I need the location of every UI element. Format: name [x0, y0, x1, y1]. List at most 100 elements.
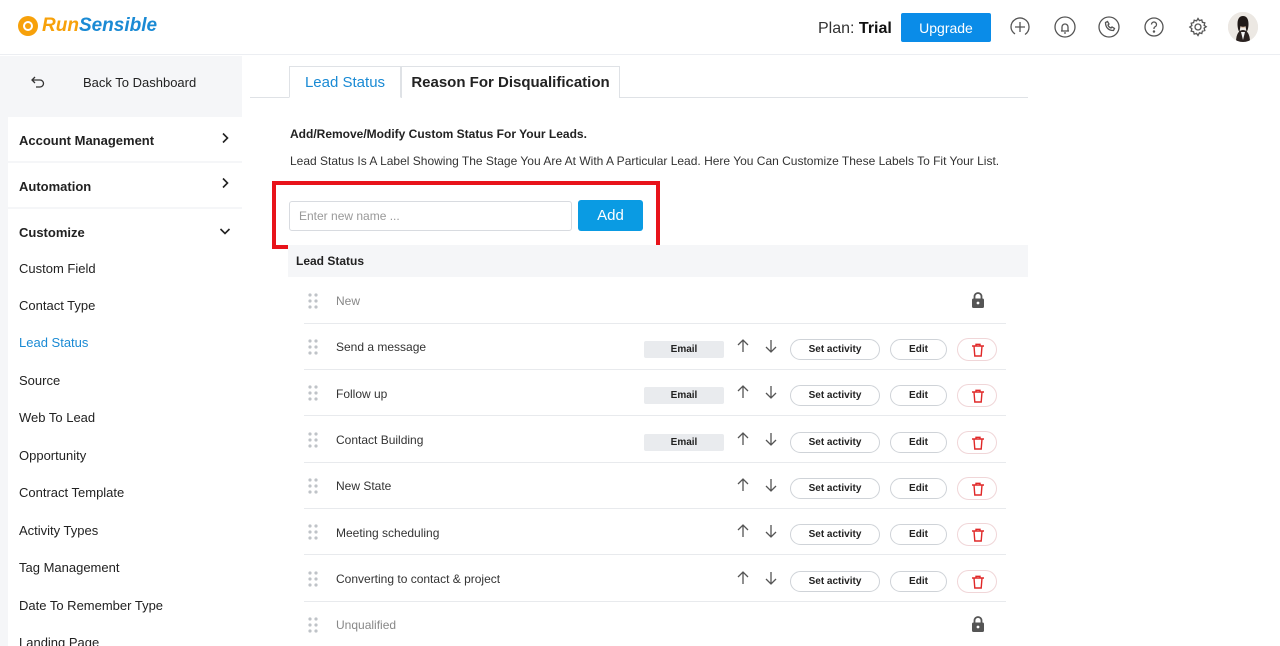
sidebar-section-customize-header[interactable]: Customize	[8, 209, 242, 253]
status-name: Meeting scheduling	[336, 526, 440, 540]
tab-reason-for-disqualification[interactable]: Reason For Disqualification	[401, 66, 620, 98]
chevron-right-icon	[219, 132, 231, 144]
move-up-arrow-icon[interactable]	[736, 339, 750, 353]
drag-handle-icon[interactable]	[308, 339, 318, 355]
sidebar-section-account-management[interactable]: Account Management	[8, 117, 242, 161]
set-activity-button[interactable]: Set activity	[790, 571, 880, 592]
trash-icon	[972, 436, 984, 450]
set-activity-button[interactable]: Set activity	[790, 432, 880, 453]
status-row: New	[304, 278, 1006, 324]
move-up-arrow-icon[interactable]	[736, 385, 750, 399]
move-down-arrow-icon[interactable]	[764, 432, 778, 446]
sidebar-section-automation[interactable]: Automation	[8, 163, 242, 207]
status-row: Unqualified	[304, 602, 1006, 646]
bell-icon[interactable]	[1053, 15, 1077, 39]
sidebar-item-contract-template[interactable]: Contract Template	[19, 485, 124, 500]
status-name: Contact Building	[336, 433, 424, 447]
sidebar-section-customize: Customize Custom Field Contact Type Lead…	[8, 209, 242, 646]
back-to-dashboard-label: Back To Dashboard	[83, 75, 197, 90]
drag-handle-icon[interactable]	[308, 385, 318, 401]
runsensible-logo[interactable]: RunSensible	[18, 15, 157, 37]
status-row: Follow up Email Set activity Edit	[304, 370, 1006, 416]
back-to-dashboard-link[interactable]: Back To Dashboard	[0, 56, 242, 108]
move-down-arrow-icon[interactable]	[764, 524, 778, 538]
chevron-right-icon	[219, 177, 231, 189]
sidebar-item-source[interactable]: Source	[19, 373, 60, 388]
sidebar-item-web-to-lead[interactable]: Web To Lead	[19, 410, 95, 425]
delete-button[interactable]	[957, 431, 997, 454]
move-up-arrow-icon[interactable]	[736, 432, 750, 446]
plan-value: Trial	[858, 20, 892, 37]
edit-button[interactable]: Edit	[890, 385, 947, 406]
lock-icon	[971, 291, 985, 309]
gear-icon[interactable]	[1186, 15, 1210, 39]
status-name: New State	[336, 479, 392, 493]
sidebar-item-date-to-remember-type[interactable]: Date To Remember Type	[19, 598, 163, 613]
edit-button[interactable]: Edit	[890, 339, 947, 360]
logo-text-run: Run	[42, 15, 79, 36]
phone-icon[interactable]	[1097, 15, 1121, 39]
new-status-name-input[interactable]	[289, 201, 572, 231]
user-avatar[interactable]	[1228, 12, 1258, 42]
plan-indicator: Plan: Trial	[818, 20, 892, 38]
sidebar-item-opportunity[interactable]: Opportunity	[19, 448, 86, 463]
add-status-button[interactable]: Add	[578, 200, 643, 231]
move-up-arrow-icon[interactable]	[736, 478, 750, 492]
delete-button[interactable]	[957, 384, 997, 407]
edit-button[interactable]: Edit	[890, 478, 947, 499]
sidebar: Back To Dashboard Account Management Aut…	[0, 56, 242, 646]
logo-text-sensible: Sensible	[78, 15, 158, 36]
sidebar-item-lead-status[interactable]: Lead Status	[19, 335, 88, 350]
lock-icon	[971, 615, 985, 633]
move-down-arrow-icon[interactable]	[764, 478, 778, 492]
tab-lead-status[interactable]: Lead Status	[289, 66, 401, 98]
lead-status-list-title: Lead Status	[296, 254, 365, 268]
status-name: Converting to contact & project	[336, 572, 501, 586]
delete-button[interactable]	[957, 338, 997, 361]
email-tag[interactable]: Email	[644, 341, 724, 358]
delete-button[interactable]	[957, 477, 997, 500]
move-up-arrow-icon[interactable]	[736, 571, 750, 585]
sidebar-item-tag-management[interactable]: Tag Management	[19, 560, 119, 575]
drag-handle-icon[interactable]	[308, 617, 318, 633]
move-down-arrow-icon[interactable]	[764, 339, 778, 353]
edit-button[interactable]: Edit	[890, 524, 947, 545]
sidebar-section-label: Customize	[19, 225, 85, 240]
status-row: Converting to contact & project Set acti…	[304, 556, 1006, 602]
email-tag[interactable]: Email	[644, 387, 724, 404]
trash-icon	[972, 343, 984, 357]
sidebar-item-contact-type[interactable]: Contact Type	[19, 298, 95, 313]
email-tag[interactable]: Email	[644, 434, 724, 451]
edit-button[interactable]: Edit	[890, 432, 947, 453]
add-circle-icon[interactable]	[1008, 15, 1032, 39]
set-activity-button[interactable]: Set activity	[790, 524, 880, 545]
page-description: Lead Status Is A Label Showing The Stage…	[290, 154, 1000, 168]
delete-button[interactable]	[957, 570, 997, 593]
chevron-down-icon	[219, 225, 231, 237]
drag-handle-icon[interactable]	[308, 571, 318, 587]
edit-button[interactable]: Edit	[890, 571, 947, 592]
status-row: Send a message Email Set activity Edit	[304, 324, 1006, 370]
set-activity-button[interactable]: Set activity	[790, 385, 880, 406]
move-up-arrow-icon[interactable]	[736, 524, 750, 538]
move-down-arrow-icon[interactable]	[764, 385, 778, 399]
status-name: New	[336, 294, 361, 308]
drag-handle-icon[interactable]	[308, 293, 318, 309]
help-icon[interactable]	[1142, 15, 1166, 39]
drag-handle-icon[interactable]	[308, 432, 318, 448]
drag-handle-icon[interactable]	[308, 524, 318, 540]
sidebar-item-landing-page[interactable]: Landing Page	[19, 635, 99, 646]
sidebar-section-label: Automation	[19, 179, 92, 194]
sidebar-item-custom-field[interactable]: Custom Field	[19, 261, 96, 276]
trash-icon	[972, 482, 984, 496]
status-row: Contact Building Email Set activity Edit	[304, 417, 1006, 463]
delete-button[interactable]	[957, 523, 997, 546]
set-activity-button[interactable]: Set activity	[790, 478, 880, 499]
sidebar-item-activity-types[interactable]: Activity Types	[19, 523, 98, 538]
status-name: Send a message	[336, 340, 427, 354]
set-activity-button[interactable]: Set activity	[790, 339, 880, 360]
sidebar-section-label: Account Management	[19, 133, 155, 148]
upgrade-button[interactable]: Upgrade	[901, 13, 991, 42]
move-down-arrow-icon[interactable]	[764, 571, 778, 585]
drag-handle-icon[interactable]	[308, 478, 318, 494]
